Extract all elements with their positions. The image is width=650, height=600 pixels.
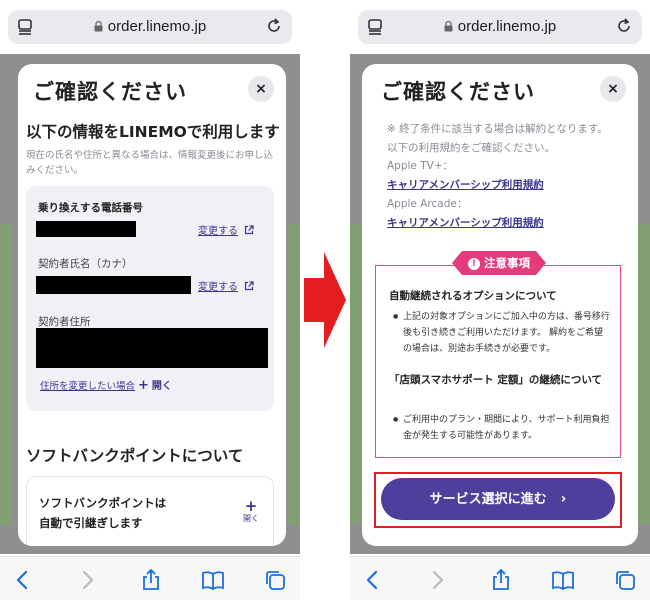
section-heading: 以下の情報をLINEMOで利用します <box>26 123 280 141</box>
change-phone-link[interactable]: 変更する <box>198 222 254 237</box>
back-icon[interactable] <box>362 569 384 591</box>
warning-icon: ! <box>468 258 480 270</box>
reload-icon[interactable] <box>616 18 632 34</box>
tabs-overview-icon[interactable] <box>264 569 286 591</box>
confirm-modal: ご確認ください × ※ 終了条件に該当する場合は解約となります。以下の利用規約を… <box>362 64 638 546</box>
address-open-toggle[interactable]: + 開く <box>138 377 172 393</box>
chevron-right-icon: › <box>560 491 567 507</box>
cta-label: サービス選択に進む <box>429 492 547 507</box>
close-button[interactable]: × <box>248 76 274 102</box>
address-change-link[interactable]: 住所を変更したい場合 <box>40 378 135 392</box>
external-link-icon <box>244 281 254 291</box>
external-link-icon <box>244 225 254 235</box>
tabs-overview-icon[interactable] <box>614 569 636 591</box>
backdrop-accent <box>350 224 362 524</box>
modal-title: ご確認ください <box>33 80 187 104</box>
forward-icon[interactable] <box>76 569 98 591</box>
notice-item-text: 上記の対象オプションにご加入中の方は、番号移行後も引き続きご利用いただけます。 … <box>403 312 610 354</box>
termination-note: ※ 終了条件に該当する場合は解約となります。以下の利用規約をご確認ください。 <box>387 123 608 154</box>
arrow-right-icon <box>304 252 346 348</box>
address-bar[interactable]: order.linemo.jp <box>358 10 642 44</box>
change-name-link[interactable]: 変更する <box>198 278 254 293</box>
redacted-phone-number <box>36 221 136 237</box>
lock-icon <box>444 21 453 32</box>
bullet: ● <box>393 416 399 423</box>
notice-badge: ! 注意事項 <box>452 251 546 275</box>
points-line-2: 自動で引継ぎします <box>39 516 143 530</box>
address-label: 契約者住所 <box>38 316 91 328</box>
proceed-to-service-selection-button[interactable]: サービス選択に進む › <box>381 478 615 520</box>
notice-box: 自動継続されるオプションについて ● 上記の対象オプションにご加入中の方は、番号移… <box>375 265 621 458</box>
browser-toolbar <box>350 556 650 600</box>
backdrop-accent <box>638 224 650 524</box>
section-note: 現在の氏名や住所と異なる場合は、情報変更後にお申し込みください。 <box>26 150 274 176</box>
name-kana-label: 契約者氏名（カナ） <box>38 258 133 270</box>
points-open-toggle[interactable]: + 開く <box>243 499 259 524</box>
points-accordion[interactable]: ソフトバンクポイントは 自動で引継ぎします + 開く <box>26 476 274 546</box>
url-label: order.linemo.jp <box>107 18 207 35</box>
notice-badge-label: 注意事項 <box>484 256 530 270</box>
backdrop-accent <box>288 224 300 524</box>
back-icon[interactable] <box>12 569 34 591</box>
backdrop-accent <box>0 224 12 524</box>
right-phone-screen: order.linemo.jp ご確認ください × ※ 終了条件に該当する場合は… <box>350 0 650 600</box>
notice-item-support: ● ご利用中のプラン・期間により、サポート利用負担金が発生する可能性があります。 <box>393 412 611 444</box>
modal-title: ご確認ください <box>381 80 535 104</box>
browser-toolbar <box>0 556 300 600</box>
contract-info-card: 乗り換えする電話番号 変更する 契約者氏名（カナ） 変更する 契約者住所 住所を… <box>26 186 274 411</box>
lock-icon <box>94 21 103 32</box>
confirm-modal: ご確認ください × 以下の情報をLINEMOで利用します 現在の氏名や住所と異な… <box>18 64 286 546</box>
address-bar[interactable]: order.linemo.jp <box>8 10 292 44</box>
notice-heading-auto-renew: 自動継続されるオプションについて <box>389 290 557 302</box>
points-summary: ソフトバンクポイントは 自動で引継ぎします <box>39 493 166 533</box>
share-icon[interactable] <box>490 569 512 591</box>
redacted-name <box>36 276 191 294</box>
plus-icon: + <box>244 497 258 515</box>
url-text[interactable]: order.linemo.jp <box>8 18 292 35</box>
forward-icon[interactable] <box>426 569 448 591</box>
bookmarks-icon[interactable] <box>202 569 224 591</box>
plus-icon: + <box>138 378 149 393</box>
apple-tv-terms-link[interactable]: キャリアメンバーシップ利用規約 <box>387 177 544 192</box>
apple-arcade-terms-link[interactable]: キャリアメンバーシップ利用規約 <box>387 215 544 230</box>
notice-item-auto-renew: ● 上記の対象オプションにご加入中の方は、番号移行後も引き続きご利用いただけます。… <box>393 309 611 357</box>
change-link-label: 変更する <box>198 282 238 293</box>
reload-icon[interactable] <box>266 18 282 34</box>
open-label: 開く <box>151 381 172 392</box>
left-phone-screen: order.linemo.jp ご確認ください × 以下の情報をLINEMOで利… <box>0 0 300 600</box>
bookmarks-icon[interactable] <box>552 569 574 591</box>
notice-item-text: ご利用中のプラン・期間により、サポート利用負担金が発生する可能性があります。 <box>403 415 610 441</box>
apple-tv-label: Apple TV+： <box>387 160 454 172</box>
notice-heading-support: 「店頭スマホサポート 定額」の継続について <box>389 374 603 386</box>
points-line-1: ソフトバンクポイントは <box>39 496 167 510</box>
url-text[interactable]: order.linemo.jp <box>358 18 642 35</box>
apple-arcade-label: Apple Arcade： <box>387 198 468 210</box>
share-icon[interactable] <box>140 569 162 591</box>
close-button[interactable]: × <box>600 76 626 102</box>
change-link-label: 変更する <box>198 226 238 237</box>
url-label: order.linemo.jp <box>457 18 557 35</box>
points-open-label: 開く <box>243 514 259 523</box>
redacted-address <box>36 328 268 368</box>
points-heading: ソフトバンクポイントについて <box>26 447 244 465</box>
phone-number-label: 乗り換えする電話番号 <box>38 202 143 214</box>
bullet: ● <box>393 313 399 320</box>
